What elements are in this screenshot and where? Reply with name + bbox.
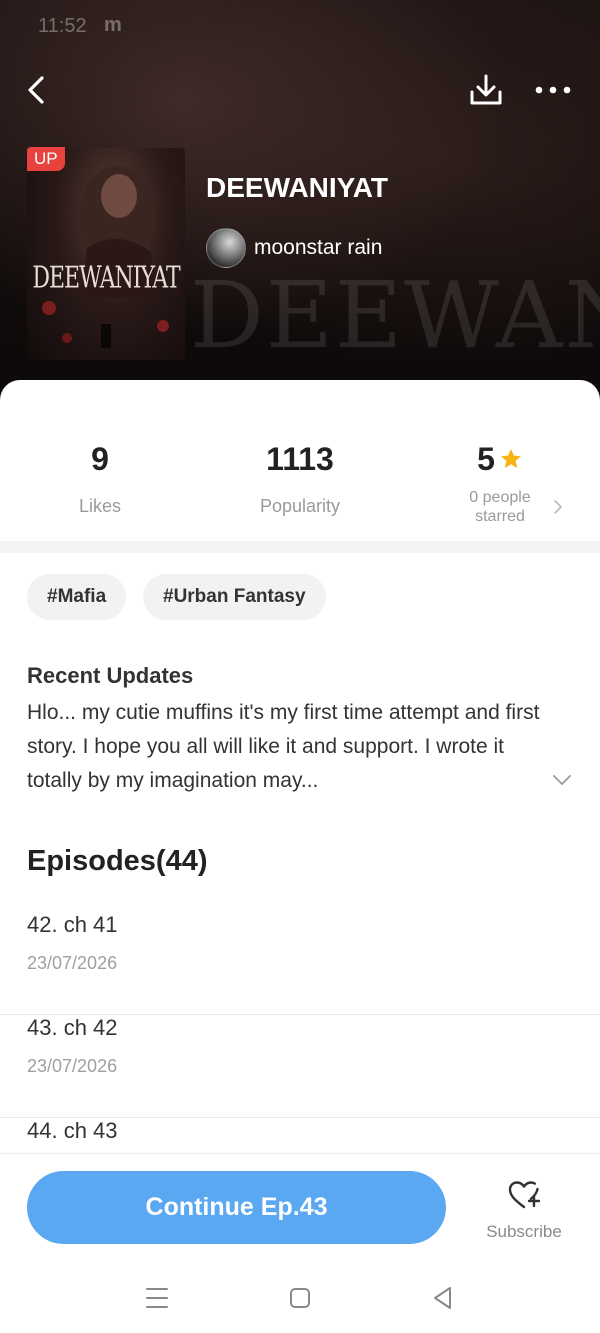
chevron-right-icon: [554, 500, 562, 514]
status-notification: m: [104, 14, 122, 36]
back-triangle-icon: [434, 1287, 451, 1309]
rating-value-row: 5: [410, 438, 590, 480]
download-icon: [470, 74, 502, 105]
section-divider: [0, 541, 600, 553]
episode-date: 23/07/2026: [27, 1056, 118, 1076]
chevron-down-icon: [553, 775, 571, 785]
episode-item[interactable]: 42. ch 41 23/07/2026: [0, 912, 600, 1015]
stats-row: 9 Likes 1113 Popularity 5 0 people starr…: [0, 438, 600, 548]
back-button[interactable]: [20, 70, 56, 110]
recent-updates-text: Hlo... my cutie muffins it's my first ti…: [27, 701, 540, 792]
chevron-left-icon: [28, 76, 44, 104]
nav-home-button[interactable]: [285, 1283, 315, 1313]
episode-item[interactable]: 43. ch 42 23/07/2026: [0, 1015, 600, 1118]
subscribe-label: Subscribe: [486, 1222, 562, 1241]
episode-name: 44. ch 43: [27, 1118, 118, 1143]
recent-updates-title: Recent Updates: [27, 663, 194, 688]
episode-name: 43. ch 42: [27, 1015, 118, 1040]
book-title: DEEWANIYAT: [206, 172, 389, 203]
heart-plus-icon: [508, 1181, 541, 1209]
author-name: moonstar rain: [254, 236, 383, 259]
nav-menu-button[interactable]: [142, 1283, 172, 1313]
popularity-count: 1113: [266, 441, 334, 477]
rating-value: 5: [477, 441, 495, 477]
cover-title: DEEWANIYAT: [32, 261, 180, 296]
likes-stat: 9 Likes: [10, 438, 190, 517]
episodes-title: Episodes(44): [27, 845, 208, 877]
download-button[interactable]: [466, 70, 506, 110]
popularity-stat: 1113 Popularity: [210, 438, 390, 517]
continue-reading-button[interactable]: Continue Ep.43: [27, 1171, 446, 1244]
tag-urban-fantasy[interactable]: #Urban Fantasy: [143, 574, 326, 620]
star-icon: [500, 449, 521, 468]
bottom-action-bar: Continue Ep.43 Subscribe: [0, 1153, 600, 1263]
status-time: 11:52: [38, 15, 87, 37]
more-horizontal-icon: [535, 86, 571, 94]
book-header: DEEWANIYAT 11:52 m DEEWAN: [0, 0, 600, 400]
episode-name: 42. ch 41: [27, 912, 118, 937]
home-square-icon: [290, 1288, 310, 1308]
author-link[interactable]: moonstar rain: [206, 228, 382, 268]
tag-mafia[interactable]: #Mafia: [27, 574, 127, 620]
system-nav-bar: [0, 1263, 600, 1333]
more-options-button[interactable]: [532, 70, 574, 110]
episode-date: 23/07/2026: [27, 953, 118, 973]
likes-label: Likes: [78, 496, 122, 516]
expand-description-button[interactable]: [552, 772, 572, 788]
cover-artwork: [42, 166, 169, 348]
author-avatar: [206, 228, 246, 268]
update-badge: UP: [27, 147, 65, 171]
popularity-label: Popularity: [259, 496, 341, 516]
status-bar: 11:52 m: [0, 0, 600, 50]
nav-back-button[interactable]: [428, 1283, 458, 1313]
book-cover[interactable]: DEEWANIYAT: [27, 148, 185, 360]
menu-icon: [146, 1288, 168, 1308]
background-title-watermark: DEEWANIYAT: [190, 262, 600, 369]
likes-count: 9: [91, 441, 109, 477]
subscribe-button[interactable]: Subscribe: [476, 1176, 572, 1246]
